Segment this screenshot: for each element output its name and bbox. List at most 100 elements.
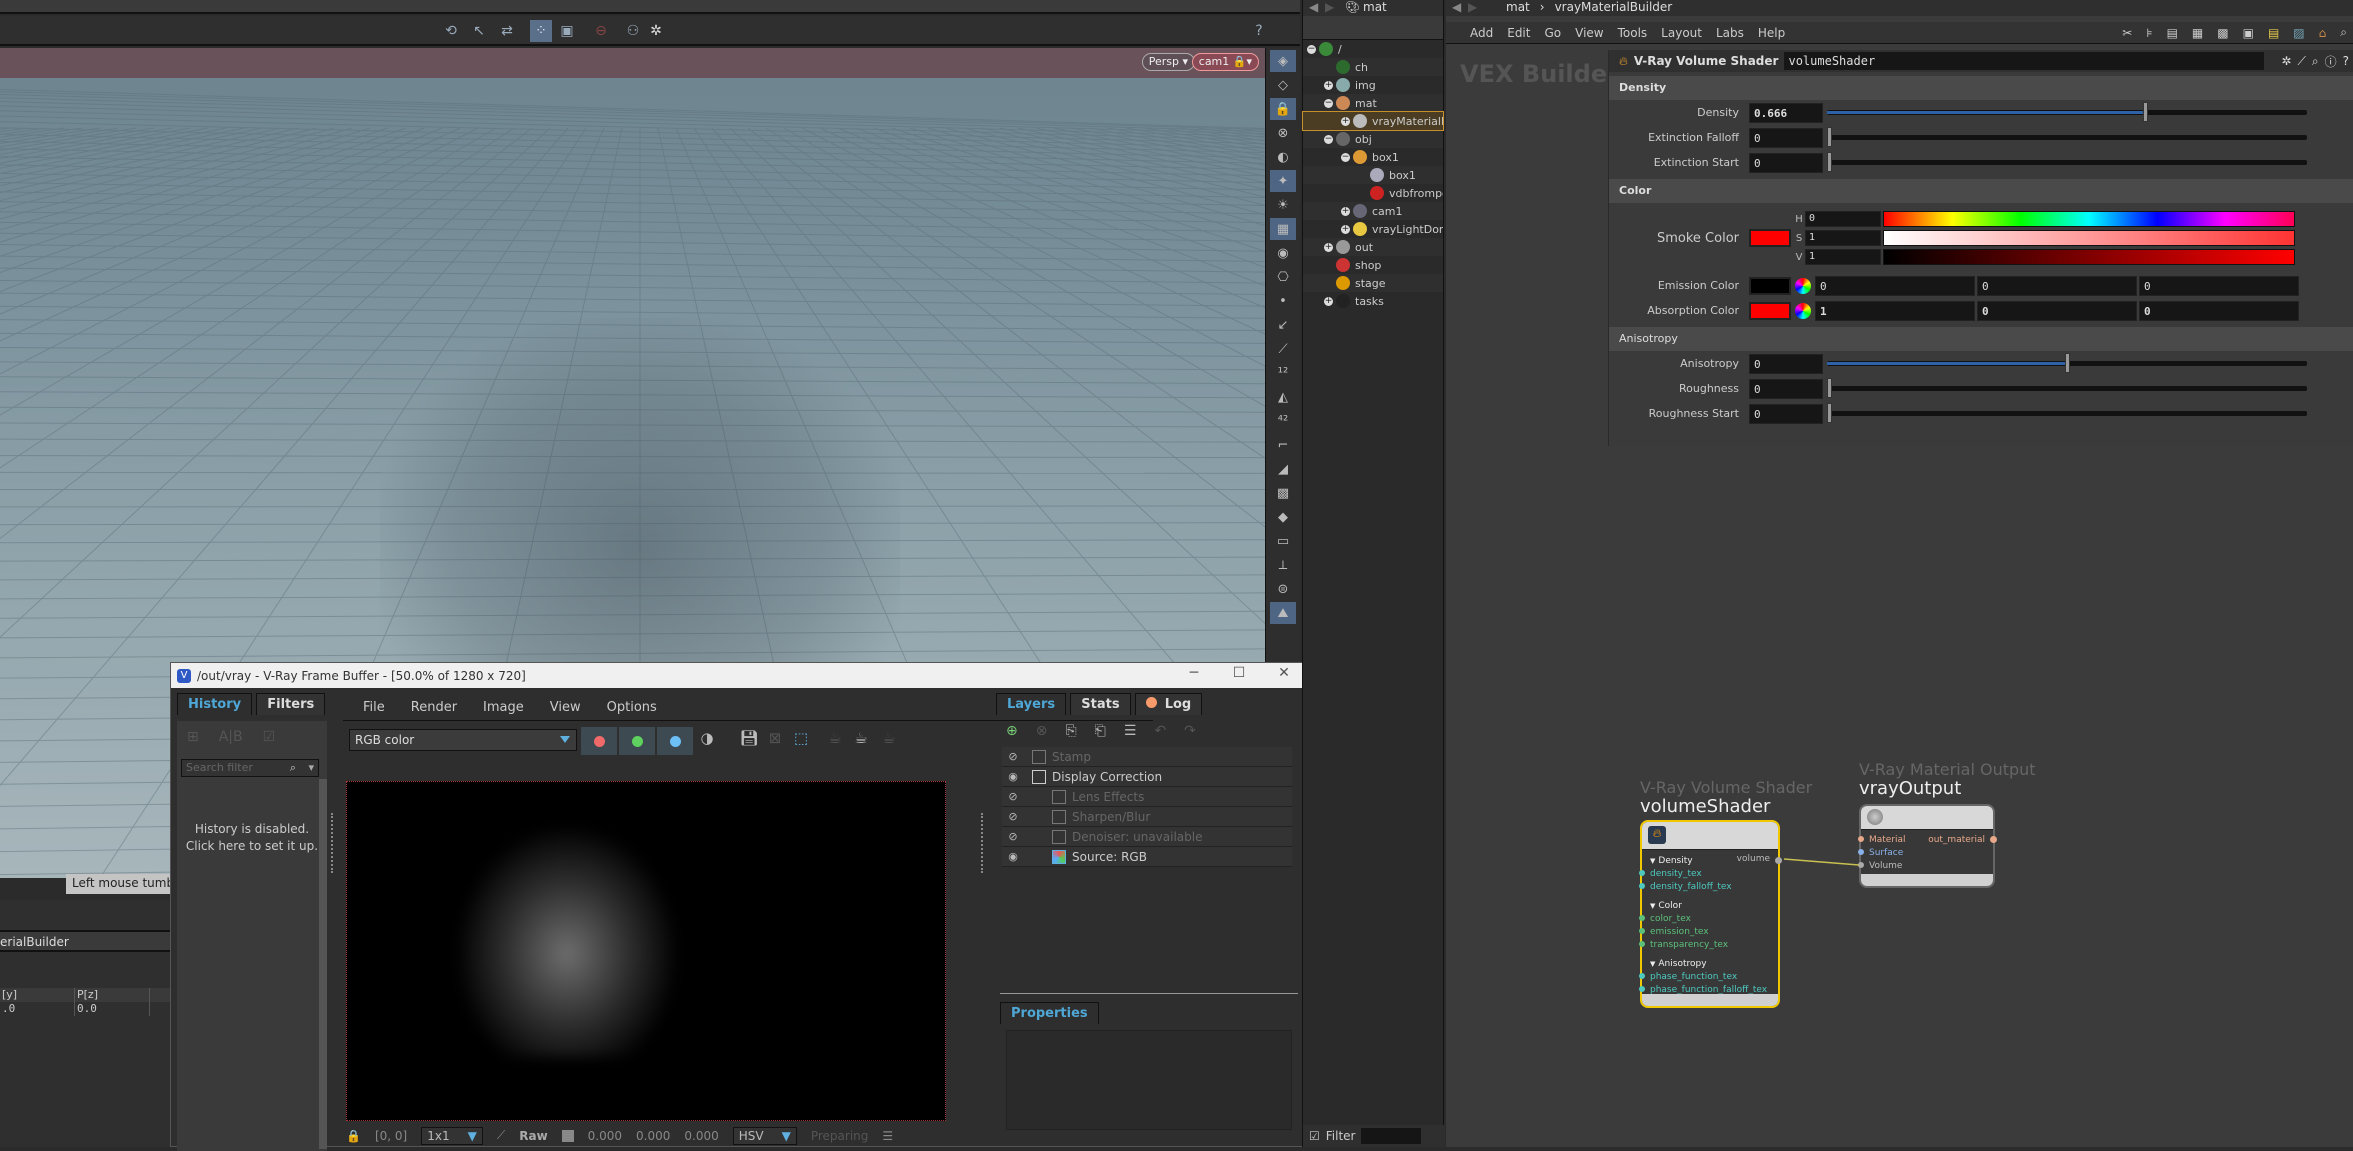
layer-row[interactable]: ⊘ Lens Effects <box>1002 787 1292 807</box>
tree-item[interactable]: vdbfrompolygons <box>1303 184 1443 202</box>
tree-item[interactable]: − box1 <box>1303 148 1443 166</box>
emission-b-field[interactable]: 0 <box>2139 275 2299 296</box>
slider-knob[interactable] <box>2143 102 2149 122</box>
light-icon[interactable]: ✦ <box>1270 170 1296 192</box>
tab-filters[interactable]: Filters <box>256 693 326 715</box>
shape-icon[interactable]: ◢ <box>1270 458 1296 480</box>
forward-icon[interactable]: ▶ <box>1468 0 1477 14</box>
port-group-header[interactable]: ▼ Color <box>1642 899 1778 912</box>
tree-item[interactable]: box1 <box>1303 166 1443 184</box>
lock-icon[interactable]: 🔒 <box>1270 98 1296 120</box>
hidden-eye-icon[interactable]: ⊘ <box>1002 750 1024 763</box>
saturation-field[interactable]: 1 <box>1805 230 1881 246</box>
absorption-r-field[interactable]: 1 <box>1815 300 1975 321</box>
chevron-down-icon[interactable]: ▾ <box>308 761 314 774</box>
tree-item[interactable]: shop <box>1303 256 1443 274</box>
tree-item[interactable]: − mat <box>1303 94 1443 112</box>
search-icon[interactable]: ⌕ <box>2340 25 2353 40</box>
eye-icon[interactable]: ◉ <box>1002 770 1024 783</box>
tree-item[interactable]: + out <box>1303 238 1443 256</box>
menu-image[interactable]: Image <box>483 700 524 715</box>
image-add-icon[interactable]: ▨ <box>2293 26 2304 40</box>
menu-help[interactable]: Help <box>1758 26 1785 40</box>
tab-log[interactable]: Log <box>1134 693 1203 715</box>
saturation-slider[interactable] <box>1883 230 2295 246</box>
forward-icon[interactable]: ▶ <box>1325 0 1334 14</box>
input-port[interactable]: Volume <box>1858 859 1993 872</box>
slider-knob[interactable] <box>1827 403 1832 423</box>
check-history-icon[interactable]: ☑ <box>263 729 276 745</box>
save-icon[interactable]: 💾︎ <box>737 729 761 751</box>
filter-checkbox[interactable]: ☑ <box>1309 1129 1320 1143</box>
hidden-eye-icon[interactable]: ⊘ <box>1002 830 1024 843</box>
checker-icon[interactable]: ▦ <box>1270 218 1296 240</box>
menu-view[interactable]: View <box>550 700 581 715</box>
port-group-header[interactable]: ▼ Anisotropy <box>1642 957 1778 970</box>
channel-select[interactable]: RGB color <box>349 729 577 751</box>
start-render-icon[interactable]: ☕ <box>877 729 901 751</box>
display-options-icon[interactable]: ◈ <box>1270 50 1296 72</box>
wireframe-icon[interactable]: ◇ <box>1270 74 1296 96</box>
input-port[interactable]: phase_function_tex <box>1639 970 1778 983</box>
color-wheel-icon[interactable] <box>1795 302 1811 319</box>
menu-options[interactable]: Options <box>607 700 657 715</box>
emission-r-field[interactable]: 0 <box>1815 275 1975 296</box>
transform-icon[interactable]: ⇄ <box>496 20 518 42</box>
section-color[interactable]: Color <box>1609 179 2353 203</box>
menu-layout[interactable]: Layout <box>1661 26 1702 40</box>
curve-icon[interactable]: ⌐ <box>1270 434 1296 456</box>
hidden-eye-icon[interactable]: ⊘ <box>1002 790 1024 803</box>
input-port[interactable]: Surface <box>1858 846 1993 859</box>
layer-row[interactable]: ⊘ Stamp <box>1002 747 1292 767</box>
pin-icon[interactable]: ⟋ <box>1270 338 1296 360</box>
slider-knob[interactable] <box>1827 378 1832 398</box>
tree-item[interactable]: +vrayMaterialBuilder <box>1302 111 1444 131</box>
input-port[interactable]: color_tex <box>1639 912 1778 925</box>
curve-icon[interactable]: ⟋ <box>497 1128 505 1143</box>
emission-color-swatch[interactable] <box>1749 276 1791 295</box>
sticky-note-icon[interactable]: ▤ <box>2268 26 2279 40</box>
input-port[interactable]: emission_tex <box>1639 925 1778 938</box>
shading-icon[interactable]: ◐ <box>1270 146 1296 168</box>
hidden-eye-icon[interactable]: ⊘ <box>1002 810 1024 823</box>
layer-row[interactable]: ◉ Display Correction <box>1002 767 1292 787</box>
gear-icon[interactable]: ✲ <box>645 20 667 42</box>
input-port[interactable]: transparency_tex <box>1639 938 1778 951</box>
input-port[interactable]: Material out_material <box>1858 833 1993 846</box>
color-space-select[interactable]: HSV ▼ <box>732 1126 797 1145</box>
red-channel-button[interactable] <box>581 727 617 755</box>
help-icon[interactable]: ? <box>1248 20 1270 42</box>
roughness-field[interactable]: 0 <box>1749 378 1823 399</box>
extinction-falloff-field[interactable]: 0 <box>1749 127 1823 148</box>
roughness-start-slider[interactable] <box>1827 403 2307 423</box>
delete-layer-icon[interactable]: ⊗ <box>1036 723 1048 739</box>
package-icon[interactable]: ⌂ <box>2319 26 2327 40</box>
tools-icon[interactable]: ✂ <box>2122 26 2132 40</box>
collapse-icon[interactable]: − <box>1324 134 1333 144</box>
hue-field[interactable]: 0 <box>1805 211 1881 227</box>
input-port[interactable]: density_tex <box>1639 867 1778 880</box>
normal-icon[interactable]: ↙ <box>1270 314 1296 336</box>
add-history-icon[interactable]: ⊞ <box>187 729 199 745</box>
lock-icon[interactable]: 🔒 <box>346 1129 361 1143</box>
extinction-falloff-slider[interactable] <box>1827 127 2307 147</box>
border-icon[interactable]: ▭ <box>1270 530 1296 552</box>
maximize-button[interactable]: ☐ <box>1219 665 1259 685</box>
interactive-render-icon[interactable]: ☕ <box>823 729 847 751</box>
node-header[interactable]: 🔥︎ <box>1642 822 1778 850</box>
orbit-icon[interactable]: ⟲ <box>440 20 462 42</box>
expand-icon[interactable]: + <box>1341 206 1350 216</box>
layer-row[interactable]: ⊘ Sharpen/Blur <box>1002 807 1292 827</box>
tree-item[interactable]: ch <box>1303 58 1443 76</box>
window-titlebar[interactable]: V /out/vray - V-Ray Frame Buffer - [50.0… <box>171 663 1304 688</box>
expand-icon[interactable]: + <box>1324 80 1333 90</box>
slider-knob[interactable] <box>2064 353 2070 373</box>
node-header[interactable] <box>1861 806 1993 830</box>
history-disabled-message[interactable]: History is disabled. Click here to set i… <box>177 821 327 855</box>
prim-number-icon[interactable]: ⁴² <box>1270 410 1296 432</box>
search-icon[interactable]: ⌕ <box>2312 54 2319 69</box>
headlight-icon[interactable]: ☀ <box>1270 194 1296 216</box>
view-icon[interactable]: ▣ <box>556 20 578 42</box>
menu-view[interactable]: View <box>1575 26 1603 40</box>
help-icon[interactable]: ? <box>2343 54 2353 68</box>
